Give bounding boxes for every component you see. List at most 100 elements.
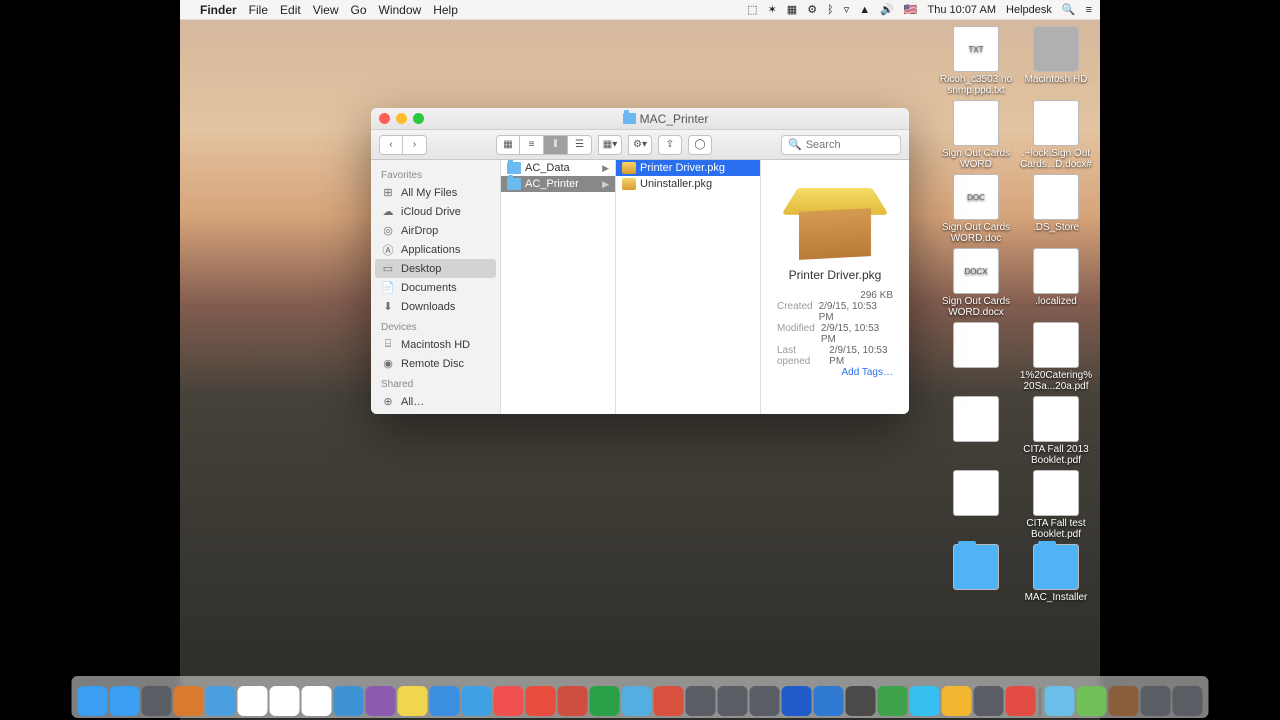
dock-app-icon[interactable] [878,686,908,716]
app-menu[interactable]: Finder [200,3,237,17]
dock-app-icon[interactable] [1173,686,1203,716]
menu-window[interactable]: Window [379,3,422,17]
clock[interactable]: Thu 10:07 AM [928,4,997,16]
dock-app-icon[interactable] [494,686,524,716]
desktop-file-icon[interactable] [938,544,1014,603]
desktop-file-icon[interactable]: 1%20Catering%20Sa...20a.pdf [1018,322,1094,392]
sidebar-item-airdrop[interactable]: ◎AirDrop [371,221,500,240]
back-button[interactable]: ‹ [379,135,403,155]
search-field[interactable]: 🔍 [781,135,901,155]
spotlight-icon[interactable]: 🔍 [1062,3,1076,16]
status-icon[interactable]: ⬚ [747,3,757,16]
dock-app-icon[interactable] [718,686,748,716]
tags-button[interactable]: ◯ [688,135,712,155]
dock-app-icon[interactable] [206,686,236,716]
dock-app-icon[interactable] [462,686,492,716]
share-button[interactable]: ⇪ [658,135,682,155]
dock-app-icon[interactable] [78,686,108,716]
dock-app-icon[interactable] [846,686,876,716]
zoom-button[interactable] [413,113,424,124]
dock-app-icon[interactable] [654,686,684,716]
search-input[interactable] [806,139,894,151]
dock-app-icon[interactable] [1141,686,1171,716]
menu-go[interactable]: Go [351,3,367,17]
arrange-button[interactable]: ▦▾ [598,135,622,155]
dock-app-icon[interactable] [782,686,812,716]
sidebar-item-remote-disc[interactable]: ◉Remote Disc [371,354,500,373]
user-menu[interactable]: Helpdesk [1006,4,1052,16]
status-icon[interactable]: ⚙ [807,3,817,16]
file-row[interactable]: Uninstaller.pkg [616,176,760,192]
dock-app-icon[interactable] [1109,686,1139,716]
sidebar-item-all-my-files[interactable]: ⊞All My Files [371,183,500,202]
desktop-file-icon[interactable]: CITA Fall 2013 Booklet.pdf [1018,396,1094,466]
sidebar-item-downloads[interactable]: ⬇Downloads [371,297,500,316]
close-button[interactable] [379,113,390,124]
add-tags-button[interactable]: Add Tags… [769,367,901,378]
dock-app-icon[interactable] [174,686,204,716]
wifi-icon[interactable]: ▿ [844,3,850,16]
dock-app-icon[interactable] [910,686,940,716]
view-coverflow-button[interactable]: ☰ [568,135,592,155]
menu-edit[interactable]: Edit [280,3,301,17]
dock-app-icon[interactable] [814,686,844,716]
volume-icon[interactable]: 🔊 [880,3,894,16]
status-icon[interactable]: ▦ [787,3,797,16]
folder-row[interactable]: AC_Data▶ [501,160,615,176]
dock-app-icon[interactable] [1077,686,1107,716]
sidebar-item-macintosh-hd[interactable]: ⌸Macintosh HD [371,335,500,354]
dock-app-icon[interactable] [942,686,972,716]
dock-app-icon[interactable] [398,686,428,716]
titlebar[interactable]: MAC_Printer [371,108,909,130]
dock-app-icon[interactable] [302,686,332,716]
sidebar-item-applications[interactable]: ⒶApplications [371,240,500,259]
action-button[interactable]: ⚙▾ [628,135,652,155]
forward-button[interactable]: › [403,135,427,155]
notification-center-icon[interactable]: ≡ [1086,4,1092,16]
desktop-file-icon[interactable]: Macintosh HD [1018,26,1094,96]
desktop-file-icon[interactable]: MAC_Installer [1018,544,1094,603]
dock-app-icon[interactable] [590,686,620,716]
sidebar-item-icloud-drive[interactable]: ☁iCloud Drive [371,202,500,221]
sidebar-item-documents[interactable]: 📄Documents [371,278,500,297]
dock-app-icon[interactable] [974,686,1004,716]
desktop-file-icon[interactable]: DOCSign Out Cards WORD.doc [938,174,1014,244]
dock-app-icon[interactable] [622,686,652,716]
desktop-file-icon[interactable] [938,322,1014,392]
dock-app-icon[interactable] [430,686,460,716]
dock-app-icon[interactable] [238,686,268,716]
input-source-icon[interactable]: 🇺🇸 [904,3,918,16]
sidebar-item-all-shared[interactable]: ⊕All… [371,392,500,411]
bluetooth-icon[interactable]: ᛒ [827,4,834,16]
menu-help[interactable]: Help [433,3,458,17]
sidebar-item-desktop[interactable]: ▭Desktop [375,259,496,278]
menu-view[interactable]: View [313,3,339,17]
desktop-file-icon[interactable] [938,470,1014,540]
desktop-file-icon[interactable]: .DS_Store [1018,174,1094,244]
dock-app-icon[interactable] [334,686,364,716]
battery-icon[interactable]: ▲ [859,4,870,16]
dock-app-icon[interactable] [366,686,396,716]
desktop-file-icon[interactable]: Sign Out Cards WORD [938,100,1014,170]
desktop-file-icon[interactable]: CITA Fall test Booklet.pdf [1018,470,1094,540]
view-list-button[interactable]: ≡ [520,135,544,155]
menu-file[interactable]: File [249,3,268,17]
status-icon[interactable]: ✶ [768,3,777,16]
view-icons-button[interactable]: ▦ [496,135,520,155]
file-row[interactable]: Printer Driver.pkg [616,160,760,176]
dock-app-icon[interactable] [750,686,780,716]
view-columns-button[interactable]: ⫴ [544,135,568,155]
dock-app-icon[interactable] [1045,686,1075,716]
dock-app-icon[interactable] [1006,686,1036,716]
dock-app-icon[interactable] [526,686,556,716]
dock-app-icon[interactable] [142,686,172,716]
desktop-file-icon[interactable]: .localized [1018,248,1094,318]
desktop-file-icon[interactable]: TXTRicoh_c3503 no snmp.ppd.txt [938,26,1014,96]
dock-app-icon[interactable] [270,686,300,716]
dock-app-icon[interactable] [558,686,588,716]
folder-row[interactable]: AC_Printer▶ [501,176,615,192]
desktop-file-icon[interactable]: .~lock.Sign Out Cards...D.docx# [1018,100,1094,170]
dock-app-icon[interactable] [686,686,716,716]
dock-app-icon[interactable] [110,686,140,716]
desktop-file-icon[interactable] [938,396,1014,466]
